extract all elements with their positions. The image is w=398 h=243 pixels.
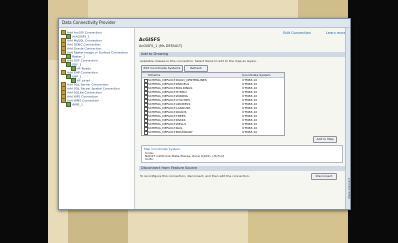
disconnect-description: To reconfigure this connection, disconne…	[140, 174, 250, 178]
refresh-button[interactable]: Refresh	[184, 65, 208, 72]
add-description: Available classes in this connection. Se…	[140, 59, 257, 63]
connection-name: AcGISFS_1 (Ms DEFAULT)	[139, 44, 183, 48]
row-coordinate-system: UTM83-10	[242, 130, 258, 134]
coordinate-system-info: Map Coordinate System: Code: NAD27 Calif…	[141, 145, 343, 163]
provider-name: AcGISFS	[139, 38, 161, 43]
data-connect-window: Data Connectivity Provider Add ArcGIS Co…	[58, 18, 351, 210]
info-units: Units:	[145, 157, 154, 161]
connection-tree[interactable]: Add ArcGIS Connection AcAGISFS_1 Add MyS…	[59, 28, 135, 209]
list-item[interactable]: SCHEMA_DEFAULT.BOUNDARY UTM83-10	[142, 130, 284, 135]
header-links: Edit Connection Learn more	[269, 31, 346, 35]
window-title: Data Connectivity Provider	[59, 19, 350, 28]
edit-coordinate-systems-button[interactable]: Edit Coordinate Systems	[141, 65, 183, 72]
coordinate-system-column-header[interactable]: Coordinate System	[242, 73, 271, 77]
info-description: NAD27 California State Planes, Zone II(4…	[145, 154, 225, 158]
schema-column-header[interactable]: Schema	[148, 73, 160, 77]
data-connect-tab[interactable]: Data Connect	[347, 178, 351, 199]
layer-icon	[66, 102, 71, 107]
feature-class-list[interactable]: Schema Coordinate System SCHEMA_DEFAULT.…	[141, 72, 285, 136]
side-tab-strip[interactable]: Data Connect	[345, 28, 351, 209]
add-to-drawing-header: Add to Drawing	[139, 52, 346, 57]
add-to-map-button[interactable]: Add to Map	[313, 136, 337, 143]
learn-more-link[interactable]: Learn more	[326, 31, 346, 35]
tree-item[interactable]: WMS_1	[66, 102, 83, 107]
map-block	[298, 0, 348, 20]
connection-details-panel: Edit Connection Learn more AcGISFS AcGIS…	[137, 28, 350, 209]
disconnect-header: Disconnect from Feature Source	[139, 166, 346, 171]
edit-connection-link[interactable]: Edit Connection	[283, 31, 311, 35]
map-block	[248, 205, 348, 243]
row-schema: SCHEMA_DEFAULT.BOUNDARY	[148, 130, 193, 134]
disconnect-button[interactable]: Disconnect	[311, 173, 337, 180]
